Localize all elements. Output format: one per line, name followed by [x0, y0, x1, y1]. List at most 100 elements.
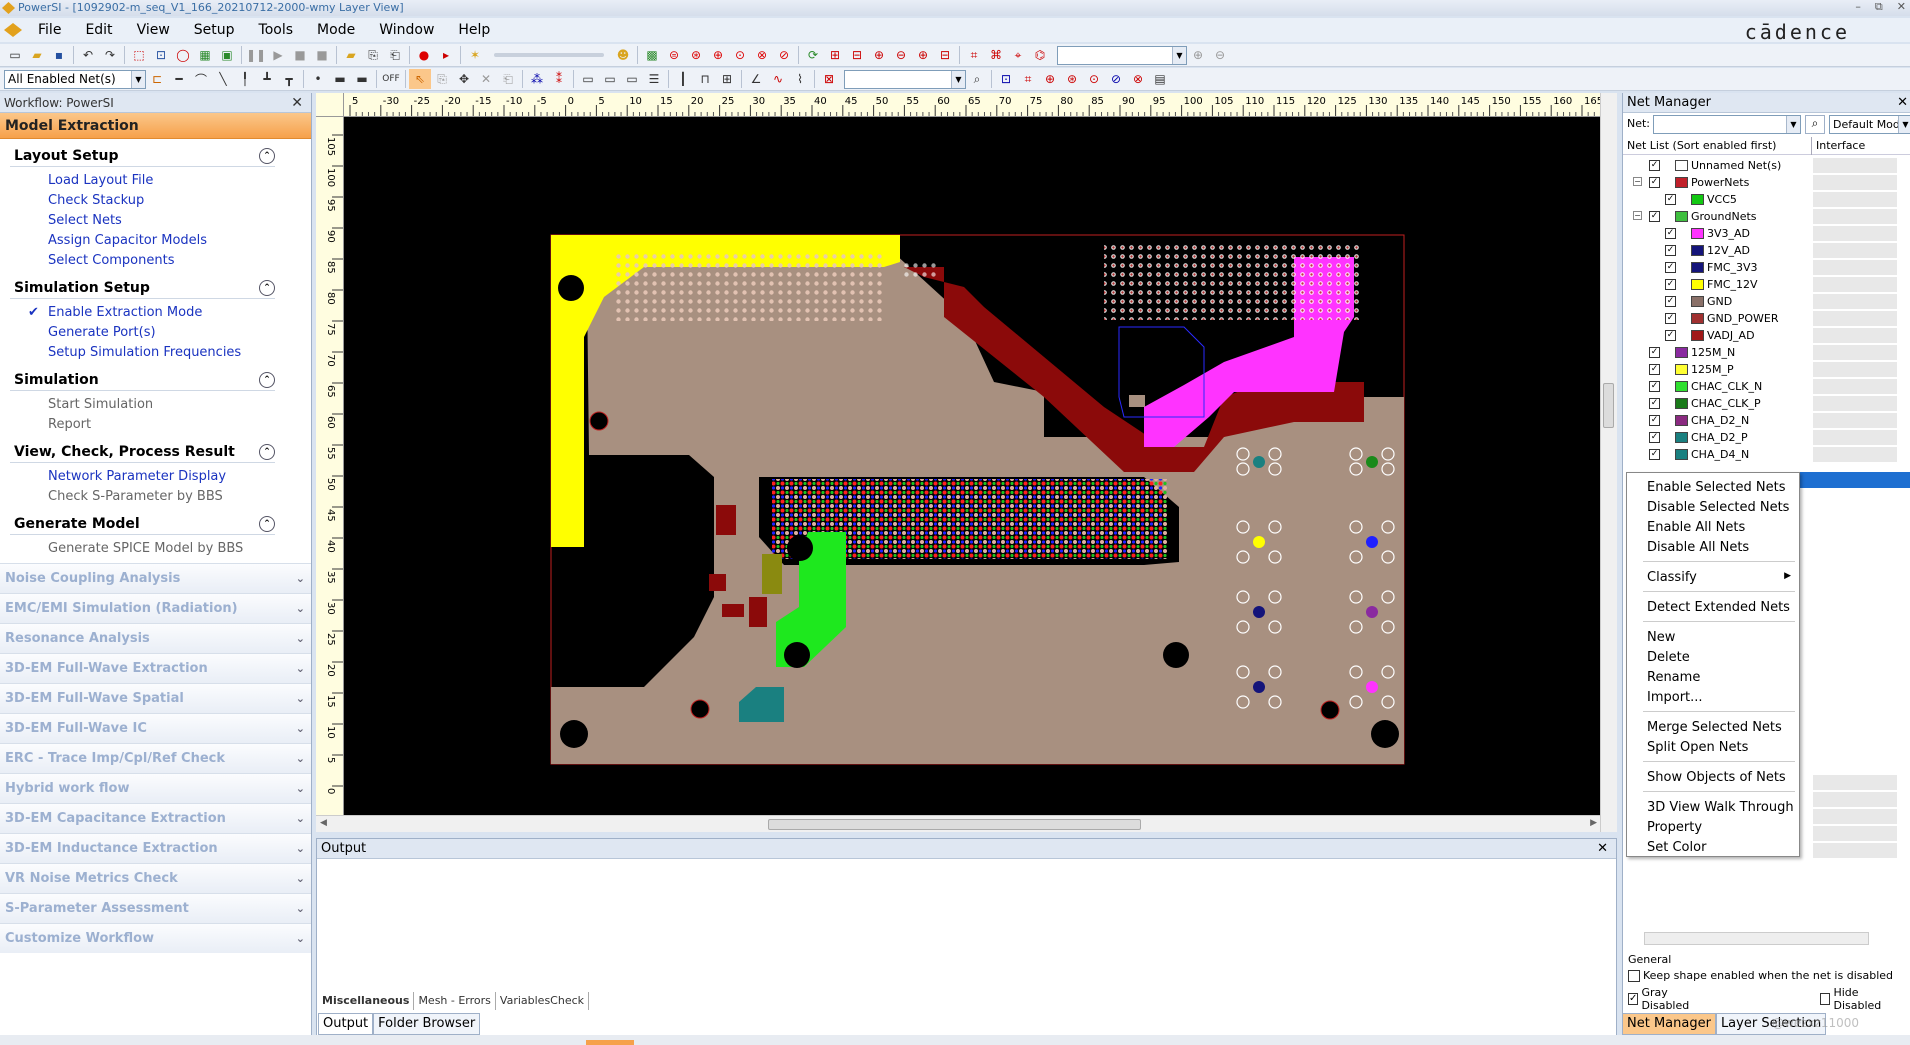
net-hide-icon[interactable]: ⁑: [548, 69, 570, 89]
net-manager-close-icon[interactable]: ✕: [1897, 93, 1908, 113]
net-row[interactable]: − ✓ GroundNets: [1623, 208, 1897, 225]
tab-folder-browser[interactable]: Folder Browser: [373, 1013, 481, 1035]
toolbar-combo-1[interactable]: ▼: [1057, 45, 1187, 65]
net-color-swatch[interactable]: [1675, 449, 1688, 460]
accordion-section[interactable]: 3D-EM Capacitance Extraction ⌄: [0, 803, 311, 833]
smiley-icon[interactable]: ☻: [612, 45, 634, 65]
report-icon[interactable]: ▤: [1149, 69, 1171, 89]
net-color-swatch[interactable]: [1675, 177, 1688, 188]
context-menu-item[interactable]: Detect Extended Nets: [1647, 599, 1790, 617]
net-color-swatch[interactable]: [1675, 398, 1688, 409]
line-icon[interactable]: ━: [168, 69, 190, 89]
accordion-section[interactable]: Resonance Analysis ⌄: [0, 623, 311, 653]
net-enable-checkbox[interactable]: ✓: [1665, 330, 1676, 341]
magic-wand-icon[interactable]: ✶: [464, 45, 486, 65]
tab-output[interactable]: Output: [318, 1013, 374, 1035]
tool-red-6-icon[interactable]: ⊘: [773, 45, 795, 65]
search-icon[interactable]: ⌕: [966, 69, 988, 89]
net-enable-checkbox[interactable]: ✓: [1649, 432, 1660, 443]
group-header[interactable]: Layout Setup ⌃: [10, 145, 275, 167]
play-icon[interactable]: ▶: [267, 45, 289, 65]
gray-disabled-checkbox[interactable]: ✓: [1628, 993, 1639, 1005]
tool-red-1-icon[interactable]: ⊜: [663, 45, 685, 65]
workflow-item[interactable]: Network Parameter Display: [0, 467, 311, 487]
accordion-section[interactable]: S-Parameter Assessment ⌄: [0, 893, 311, 923]
minimize-button[interactable]: –: [1855, 0, 1861, 14]
add-pin-icon[interactable]: ⊕: [912, 45, 934, 65]
net-enable-checkbox[interactable]: ✓: [1649, 160, 1660, 171]
tool-red-5-icon[interactable]: ⊗: [751, 45, 773, 65]
net-enable-checkbox[interactable]: ✓: [1665, 228, 1676, 239]
tool-red-4-icon[interactable]: ⊙: [729, 45, 751, 65]
collapse-icon[interactable]: ⌃: [259, 444, 275, 460]
lines-icon[interactable]: ☰: [643, 69, 665, 89]
net-enable-checkbox[interactable]: ✓: [1649, 398, 1660, 409]
net-enable-checkbox[interactable]: ✓: [1665, 279, 1676, 290]
net-color-swatch[interactable]: [1675, 432, 1688, 443]
menu-file[interactable]: File: [26, 22, 73, 38]
net-color-swatch[interactable]: [1691, 262, 1704, 273]
net-enable-checkbox[interactable]: ✓: [1665, 245, 1676, 256]
route-icon[interactable]: ⊏: [146, 69, 168, 89]
off-icon[interactable]: OFF: [380, 69, 402, 89]
workflow-item[interactable]: Generate Port(s): [0, 323, 311, 343]
new-file-icon[interactable]: ▭: [4, 45, 26, 65]
tab-variables-check[interactable]: VariablesCheck: [496, 992, 590, 1010]
net-row[interactable]: ✓ FMC_3V3: [1623, 259, 1897, 276]
remove-node-icon[interactable]: ⊖: [890, 45, 912, 65]
collapse-icon[interactable]: ⌃: [259, 516, 275, 532]
accordion-section[interactable]: 3D-EM Full-Wave IC ⌄: [0, 713, 311, 743]
view-3-icon[interactable]: ⊕: [1039, 69, 1061, 89]
app-menu-icon[interactable]: [4, 23, 22, 37]
context-menu-item[interactable]: Rename: [1647, 669, 1700, 687]
zoom-in-icon[interactable]: ⊕: [1187, 45, 1209, 65]
pause-icon[interactable]: ❚❚: [245, 45, 267, 65]
net-color-swatch[interactable]: [1691, 296, 1704, 307]
net-color-swatch[interactable]: [1691, 279, 1704, 290]
zoom-slider[interactable]: [494, 53, 604, 57]
zoom-fit-icon[interactable]: ⊡: [150, 45, 172, 65]
save-icon[interactable]: ▪: [48, 45, 70, 65]
tool-red-3-icon[interactable]: ⊕: [707, 45, 729, 65]
export-icon[interactable]: ⎘: [362, 45, 384, 65]
net-row[interactable]: ✓ CHA_D2_P: [1623, 429, 1897, 446]
workflow-item[interactable]: ✔ Enable Extraction Mode: [0, 303, 311, 323]
menu-mode[interactable]: Mode: [305, 22, 367, 38]
accordion-section[interactable]: EMC/EMI Simulation (Radiation) ⌄: [0, 593, 311, 623]
tab-net-manager[interactable]: Net Manager: [1622, 1013, 1716, 1035]
add-port-icon[interactable]: ⊞: [824, 45, 846, 65]
net-row[interactable]: ✓ 12V_AD: [1623, 242, 1897, 259]
col-netlist[interactable]: Net List (Sort enabled first): [1627, 137, 1812, 155]
accordion-section[interactable]: Customize Workflow ⌄: [0, 923, 311, 953]
redo-icon[interactable]: ↷: [99, 45, 121, 65]
col-interface[interactable]: Interface: [1816, 137, 1865, 155]
group-header[interactable]: Simulation ⌃: [10, 369, 275, 391]
wave-icon[interactable]: ∿: [767, 69, 789, 89]
menu-tools[interactable]: Tools: [247, 22, 306, 38]
context-menu-item[interactable]: Enable Selected Nets: [1647, 479, 1786, 497]
net-color-swatch[interactable]: [1675, 160, 1688, 171]
merge-shape-icon[interactable]: ⌖: [1007, 45, 1029, 65]
align-top-icon[interactable]: ┳: [278, 69, 300, 89]
select-pointer-icon[interactable]: ⇖: [409, 69, 431, 89]
rect-icon[interactable]: ▭: [577, 69, 599, 89]
dot-icon[interactable]: •: [307, 69, 329, 89]
workflow-item[interactable]: Select Components: [0, 251, 311, 271]
paste-icon[interactable]: ⎗: [497, 69, 519, 89]
accordion-section[interactable]: Hybrid work flow ⌄: [0, 773, 311, 803]
net-row[interactable]: ✓ 3V3_AD: [1623, 225, 1897, 242]
shape-edit-icon[interactable]: ⌗: [963, 45, 985, 65]
keep-shape-checkbox[interactable]: [1628, 969, 1640, 982]
accordion-section[interactable]: 3D-EM Full-Wave Spatial ⌄: [0, 683, 311, 713]
net-filter-select[interactable]: All Enabled Net(s) ▼: [4, 69, 146, 89]
group-header[interactable]: Generate Model ⌃: [10, 513, 275, 535]
workflow-item[interactable]: Setup Simulation Frequencies: [0, 343, 311, 363]
net-row[interactable]: ✓ GND: [1623, 293, 1897, 310]
vertical-scrollbar[interactable]: [1600, 93, 1617, 832]
move-icon[interactable]: ✥: [453, 69, 475, 89]
horizontal-scrollbar[interactable]: ◀ ▶: [316, 815, 1601, 832]
net-color-swatch[interactable]: [1691, 313, 1704, 324]
net-enable-checkbox[interactable]: ✓: [1665, 296, 1676, 307]
menu-help[interactable]: Help: [446, 22, 502, 38]
view-5-icon[interactable]: ⊙: [1083, 69, 1105, 89]
